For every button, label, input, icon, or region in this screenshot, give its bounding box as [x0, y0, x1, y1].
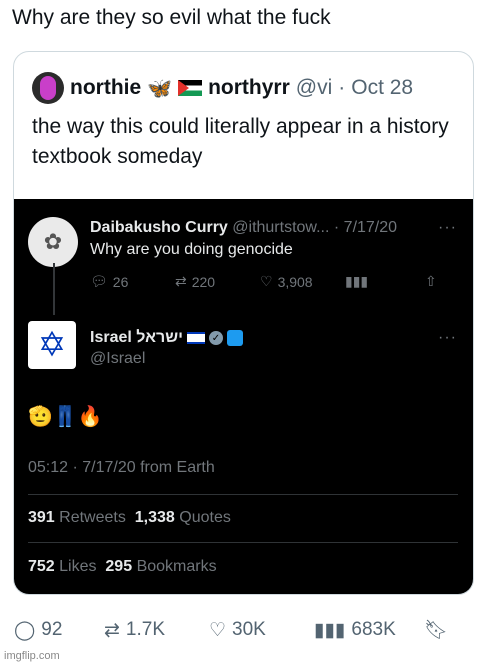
- tweet2-stats-row2: 752 Likes 295 Bookmarks: [28, 558, 217, 576]
- tweet1-actions: 💬︎ 26 ⇄ 220 ♡ 3,908 ▮▮▮ ⇧: [90, 273, 458, 290]
- tweet1-author: Daibakusho Curry: [90, 219, 228, 236]
- israel-flag-icon: [186, 332, 205, 344]
- tweet2-meta: 05:12 · 7/17/20 from Earth: [28, 459, 215, 476]
- views-count: 683K: [351, 619, 396, 640]
- bookmark-button[interactable]: 🔖︎: [424, 618, 448, 642]
- tweet2-emojis: 🫡👖🔥: [28, 406, 103, 428]
- tweet2-header: Israel ישראל ✓: [90, 329, 243, 347]
- tweet1-likes: 3,908: [277, 273, 313, 290]
- quotes-count: 1,338: [134, 509, 175, 526]
- likes-count: 752: [28, 558, 55, 575]
- watermark: imgflip.com: [4, 650, 60, 662]
- retweet-button[interactable]: ⇄ 1.7K: [104, 619, 209, 642]
- like-button[interactable]: ♡ 30K: [209, 619, 314, 642]
- reply-button[interactable]: ◯ 92: [14, 619, 104, 642]
- butterfly-emoji: 🦋: [147, 77, 173, 100]
- thread-line: [53, 263, 55, 315]
- post-action-bar: ◯ 92 ⇄ 1.7K ♡ 30K ▮▮▮ 683K 🔖︎: [14, 615, 484, 645]
- heart-icon: ♡: [209, 619, 227, 641]
- tweet2-author: Israel ישראל: [90, 329, 183, 346]
- quoted-tweet-text: the way this could literally appear in a…: [32, 115, 449, 168]
- verified-badge-icon: ✓: [208, 331, 223, 345]
- reply-icon: 💬︎: [90, 273, 108, 289]
- avatar[interactable]: [32, 72, 64, 104]
- reply-icon: ◯: [14, 619, 36, 641]
- retweets-count: 391: [28, 509, 55, 526]
- more-icon: ···: [438, 219, 457, 236]
- tweet-screenshot-image: ✿ Daibakusho Curry @ithurtstow... · 7/17…: [14, 199, 473, 594]
- star-of-david-icon: ✡: [37, 326, 67, 364]
- tweet1-text: Why are you doing genocide: [90, 241, 293, 258]
- quoted-author-handle: @vi: [295, 76, 333, 99]
- tweet1-replies: 26: [112, 273, 129, 290]
- share-icon: ⇧: [425, 273, 437, 289]
- quoted-tweet-header: northie 🦋 northyrr @vi · Oct 28: [32, 70, 413, 106]
- tweet1-handle: @ithurtstow...: [232, 219, 330, 236]
- post-caption: Why are they so evil what the fuck: [12, 6, 331, 29]
- views-button[interactable]: ▮▮▮ 683K: [314, 619, 424, 642]
- tweet2-stats-row1: 391 Retweets 1,338 Quotes: [28, 509, 231, 527]
- divider: [28, 542, 458, 543]
- tweet1-date: · 7/17/20: [333, 219, 398, 236]
- anime-avatar: ✿: [28, 217, 78, 267]
- quoted-author-display: northyrr: [208, 76, 290, 99]
- views-chart-icon: ▮▮▮: [314, 619, 346, 641]
- like-count: 30K: [232, 619, 266, 640]
- tweet2-handle: @Israel: [90, 350, 146, 367]
- retweet-icon: ⇄: [175, 273, 187, 289]
- quoted-date[interactable]: Oct 28: [351, 76, 413, 100]
- palestine-flag-icon: [178, 80, 203, 96]
- divider: [28, 494, 458, 495]
- retweets-label: Retweets: [59, 509, 126, 526]
- bookmark-icon: 🔖︎: [424, 620, 449, 641]
- reply-count: 92: [41, 619, 63, 640]
- retweet-icon: ⇄: [104, 619, 120, 641]
- tweet1-retweets: 220: [191, 273, 216, 290]
- tweet1-header: Daibakusho Curry @ithurtstow... · 7/17/2…: [90, 219, 397, 237]
- bookmarks-count: 295: [105, 558, 133, 575]
- heart-icon: ♡: [260, 273, 273, 289]
- israel-avatar: ✡: [28, 321, 76, 369]
- likes-label: Likes: [59, 558, 97, 575]
- quotes-label: Quotes: [179, 509, 231, 526]
- separator-dot: ·: [338, 76, 346, 99]
- government-badge-icon: [226, 330, 243, 346]
- views-chart-icon: ▮▮▮: [345, 273, 369, 289]
- bookmarks-label: Bookmarks: [136, 558, 217, 575]
- more-icon: ···: [438, 329, 457, 346]
- retweet-count: 1.7K: [125, 619, 166, 640]
- quoted-tweet-card[interactable]: northie 🦋 northyrr @vi · Oct 28 the way …: [13, 51, 474, 595]
- quoted-author-name[interactable]: northie: [70, 76, 141, 100]
